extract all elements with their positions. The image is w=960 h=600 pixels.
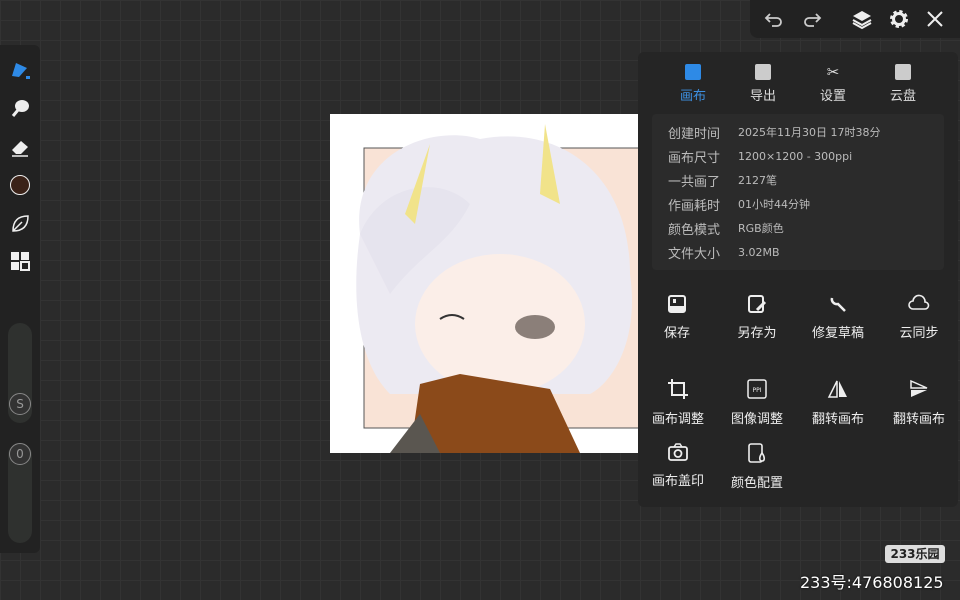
action-label: 云同步	[899, 326, 939, 341]
layers-icon[interactable]	[850, 7, 874, 31]
info-value: 1200×1200 - 300ppi	[738, 149, 853, 163]
action-label: 图像调整	[730, 412, 783, 427]
smudge-icon[interactable]	[8, 96, 32, 120]
info-row: 一共画了 2127笔	[668, 170, 777, 190]
crop-icon	[668, 379, 688, 399]
save-button[interactable]: 保存	[637, 294, 717, 341]
color-swatch[interactable]	[8, 173, 32, 197]
info-key: 颜色模式	[668, 222, 721, 238]
info-row: 文件大小 3.02MB	[668, 242, 780, 262]
settings-icon[interactable]	[887, 7, 911, 31]
opacity-knob[interactable]: 0	[9, 443, 31, 465]
save-as-icon	[748, 295, 767, 313]
info-key: 作画耗时	[668, 198, 721, 214]
color-config-icon	[748, 443, 766, 463]
size-knob[interactable]: S	[9, 393, 31, 415]
info-key: 创建时间	[668, 126, 721, 142]
redo-icon[interactable]	[800, 7, 824, 31]
info-row: 创建时间 2025年11月30日 17时38分	[668, 122, 880, 142]
top-toolbar	[750, 0, 960, 38]
info-value: 2025年11月30日 17时38分	[738, 126, 881, 139]
tab-label: 设置	[819, 89, 846, 104]
svg-text:PPI: PPI	[752, 387, 761, 394]
leaf-icon[interactable]	[8, 211, 32, 235]
info-value: 2127笔	[738, 174, 777, 187]
info-key: 画布尺寸	[668, 150, 721, 166]
tab-label: 云盘	[889, 89, 916, 104]
canvas-stamp-button[interactable]: 画布盖印	[638, 442, 718, 489]
export-icon	[755, 64, 771, 80]
canvas-icon	[685, 64, 701, 80]
cloud-folder-icon	[895, 64, 911, 80]
action-label: 保存	[663, 326, 690, 341]
artwork-illustration	[356, 124, 638, 453]
action-label: 另存为	[737, 326, 777, 341]
tab-export[interactable]: 导出	[733, 64, 793, 104]
left-toolbar: S 0	[0, 45, 40, 553]
action-label: 颜色配置	[730, 476, 783, 491]
flip-horizontal-button[interactable]: 翻转画布	[798, 378, 878, 427]
info-value: 3.02MB	[738, 245, 780, 259]
eraser-icon[interactable]	[8, 135, 32, 159]
action-label: 翻转画布	[892, 412, 945, 427]
cloud-sync-button[interactable]: 云同步	[879, 294, 959, 341]
info-row: 颜色模式 RGB颜色	[668, 218, 784, 238]
canvas-adjust-button[interactable]: 画布调整	[638, 378, 718, 427]
ppi-icon: PPI	[747, 379, 767, 399]
canvas-artwork[interactable]	[330, 114, 638, 453]
image-adjust-button[interactable]: PPI 图像调整	[717, 378, 797, 427]
save-as-button[interactable]: 另存为	[717, 294, 797, 341]
tab-cloud[interactable]: 云盘	[873, 64, 933, 104]
flip-vertical-button[interactable]: 翻转画布	[879, 378, 959, 427]
canvas-menu-panel: 画布 导出 ✂ 设置 云盘 创建时间 2025年11月30日 17时38分 画布尺寸…	[638, 52, 958, 507]
tools-icon: ✂	[826, 63, 840, 81]
repair-draft-button[interactable]: 修复草稿	[798, 294, 878, 341]
close-icon[interactable]	[923, 7, 947, 31]
tab-label: 画布	[679, 89, 706, 104]
action-label: 修复草稿	[811, 326, 864, 341]
action-label: 画布盖印	[651, 474, 704, 489]
action-label: 画布调整	[651, 412, 704, 427]
tab-canvas[interactable]: 画布	[663, 64, 723, 104]
info-value: RGB颜色	[738, 222, 784, 235]
color-config-button[interactable]: 颜色配置	[717, 442, 797, 491]
info-row: 画布尺寸 1200×1200 - 300ppi	[668, 146, 852, 166]
info-value: 01小时44分钟	[738, 198, 810, 211]
watermark-badge: 233乐园	[885, 545, 945, 563]
brush-icon[interactable]	[8, 57, 32, 81]
info-row: 作画耗时 01小时44分钟	[668, 194, 810, 214]
cloud-sync-icon	[908, 294, 930, 310]
undo-icon[interactable]	[762, 7, 786, 31]
grid-icon[interactable]	[8, 249, 32, 273]
save-icon	[668, 295, 686, 313]
info-key: 一共画了	[668, 174, 721, 190]
watermark-id: 233号:476808125	[800, 573, 944, 592]
tab-settings[interactable]: ✂ 设置	[803, 64, 863, 104]
action-label: 翻转画布	[811, 412, 864, 427]
wrench-icon	[830, 297, 846, 312]
flip-vertical-icon	[910, 379, 928, 397]
flip-horizontal-icon	[827, 380, 847, 398]
info-key: 文件大小	[668, 246, 721, 262]
canvas-info: 创建时间 2025年11月30日 17时38分 画布尺寸 1200×1200 - 3…	[652, 114, 944, 270]
tab-label: 导出	[749, 89, 776, 104]
camera-icon	[668, 443, 688, 461]
